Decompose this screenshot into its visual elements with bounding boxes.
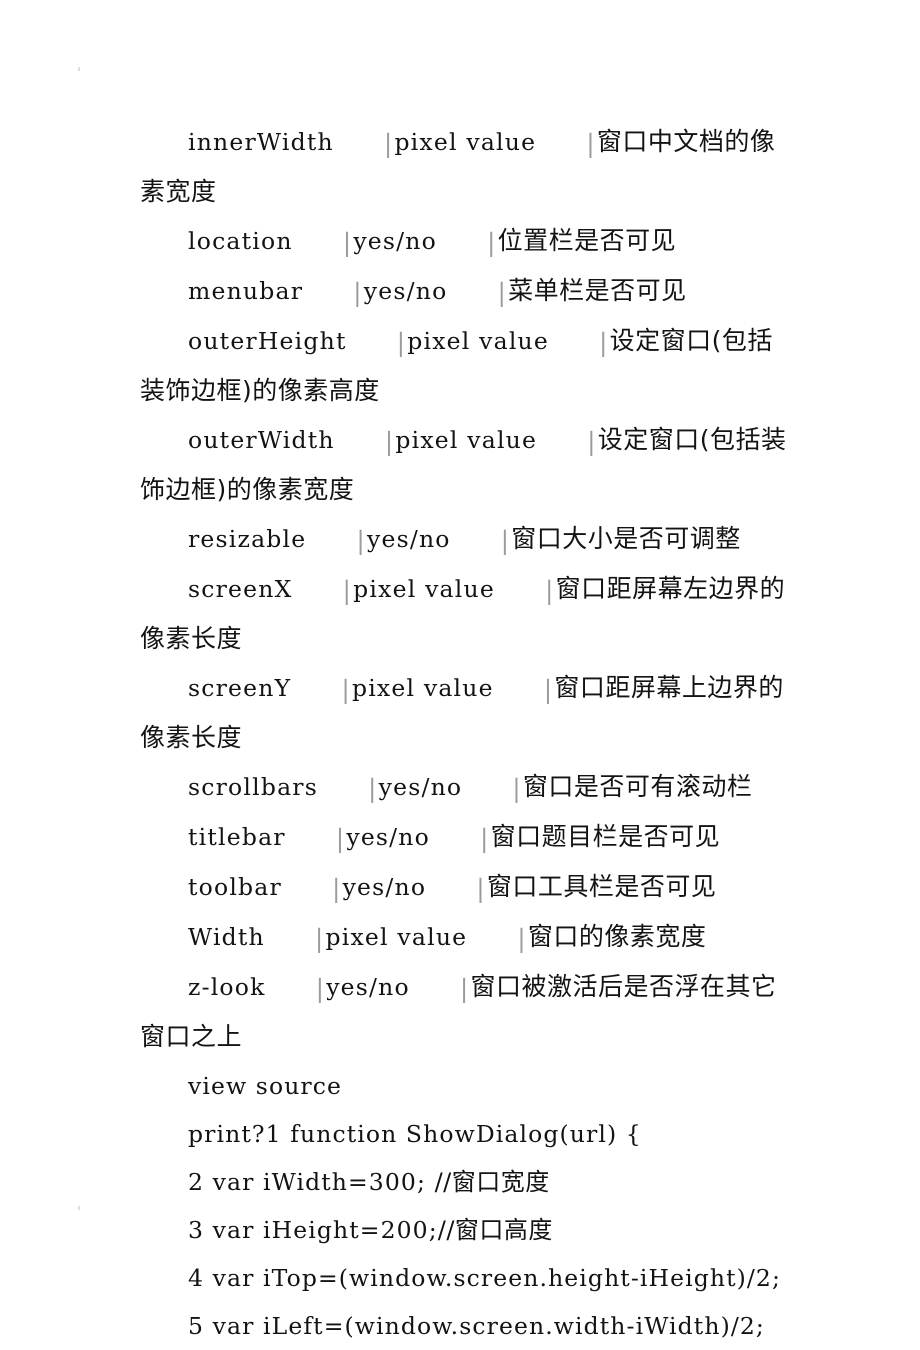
- property-value: yes/no: [342, 873, 427, 901]
- column-separator-icon: |: [396, 328, 406, 357]
- property-name: location: [188, 227, 293, 255]
- property-description: 窗口是否可有滚动栏: [522, 772, 753, 801]
- column-separator-icon: |: [517, 924, 526, 953]
- property-value: yes/no: [346, 823, 430, 851]
- column-separator-icon: |: [459, 974, 469, 1003]
- property-row: z-look |yes/no |窗口被激活后是否浮在其它窗口之上: [140, 963, 788, 1062]
- property-description: 窗口大小是否可调整: [511, 524, 741, 553]
- property-value: pixel value: [395, 426, 538, 454]
- property-name: outerHeight: [188, 327, 347, 355]
- property-description: 窗口题目栏是否可见: [490, 822, 721, 851]
- property-name: screenY: [188, 674, 292, 702]
- column-separator-icon: |: [599, 328, 608, 357]
- code-line-text: var iHeight=200;: [204, 1216, 438, 1244]
- column-separator-icon: |: [544, 576, 554, 605]
- code-line-number: 3: [188, 1216, 205, 1244]
- property-value: pixel value: [325, 923, 468, 951]
- code-line-text: var iWidth=300;: [204, 1168, 435, 1196]
- code-line-text: var iLeft=(window.screen.width-iWidth)/2…: [204, 1312, 765, 1340]
- code-line-text: function ShowDialog(url) {: [281, 1120, 642, 1148]
- column-separator-icon: |: [356, 526, 365, 555]
- property-name: toolbar: [188, 873, 282, 901]
- property-row: scrollbars |yes/no |窗口是否可有滚动栏: [140, 763, 788, 813]
- property-value: pixel value: [407, 327, 549, 355]
- code-line-number: 2: [188, 1168, 205, 1196]
- property-name: z-look: [188, 973, 266, 1001]
- code-line-number: print?1: [188, 1120, 282, 1148]
- column-separator-icon: |: [586, 129, 595, 158]
- property-row: menubar |yes/no |菜单栏是否可见: [140, 267, 788, 317]
- column-separator-icon: |: [342, 228, 352, 257]
- property-description: 位置栏是否可见: [497, 226, 677, 255]
- property-value: yes/no: [378, 773, 463, 801]
- document-text-column: innerWidth |pixel value |窗口中文档的像素宽度 locati…: [140, 118, 788, 1350]
- property-name: menubar: [188, 277, 304, 305]
- property-value: pixel value: [353, 575, 495, 603]
- column-separator-icon: |: [486, 228, 496, 257]
- property-name: resizable: [188, 525, 307, 553]
- property-name: scrollbars: [188, 773, 318, 801]
- code-line-comment: //窗口宽度: [434, 1168, 550, 1196]
- property-description: 窗口的像素宽度: [527, 922, 707, 951]
- scan-speck-bottom: [78, 1206, 80, 1210]
- property-row: location |yes/no |位置栏是否可见: [140, 217, 788, 267]
- column-separator-icon: |: [384, 427, 394, 456]
- column-separator-icon: |: [512, 774, 521, 803]
- column-separator-icon: |: [367, 774, 377, 803]
- property-value: yes/no: [363, 277, 448, 305]
- property-row: Width |pixel value |窗口的像素宽度: [140, 913, 788, 963]
- property-value: pixel value: [351, 674, 494, 702]
- property-name: Width: [188, 923, 265, 951]
- property-value: yes/no: [367, 525, 451, 553]
- property-row: titlebar |yes/no |窗口题目栏是否可见: [140, 813, 788, 863]
- code-line-text: var iTop=(window.screen.height-iHeight)/…: [204, 1264, 781, 1292]
- document-page: innerWidth |pixel value |窗口中文档的像素宽度 locati…: [0, 0, 920, 1340]
- code-line-number: 4: [188, 1264, 205, 1292]
- property-row: resizable |yes/no |窗口大小是否可调整: [140, 515, 788, 565]
- code-line: 5 var iLeft=(window.screen.width-iWidth)…: [140, 1302, 788, 1350]
- property-name: outerWidth: [188, 426, 335, 454]
- view-source-label: view source: [188, 1072, 343, 1100]
- property-value: yes/no: [326, 973, 410, 1001]
- column-separator-icon: |: [476, 874, 485, 903]
- column-separator-icon: |: [543, 675, 553, 704]
- property-row: screenY |pixel value |窗口距屏幕上边界的像素长度: [140, 664, 788, 763]
- column-separator-icon: |: [480, 824, 489, 853]
- property-description: 菜单栏是否可见: [508, 276, 687, 305]
- code-line-number: 5: [188, 1312, 205, 1340]
- scan-speck-top: [78, 67, 80, 71]
- column-separator-icon: |: [341, 675, 350, 704]
- property-name: innerWidth: [188, 128, 334, 156]
- property-row: innerWidth |pixel value |窗口中文档的像素宽度: [140, 118, 788, 217]
- column-separator-icon: |: [315, 974, 325, 1003]
- property-value: pixel value: [394, 128, 537, 156]
- column-separator-icon: |: [335, 824, 345, 853]
- column-separator-icon: |: [353, 278, 362, 307]
- column-separator-icon: |: [497, 278, 507, 307]
- code-line-comment: //窗口高度: [437, 1216, 553, 1244]
- property-row: outerHeight |pixel value |设定窗口(包括装饰边框)的像素高…: [140, 317, 788, 416]
- property-row: outerWidth |pixel value |设定窗口(包括装饰边框)的像素宽度: [140, 416, 788, 515]
- column-separator-icon: |: [314, 924, 324, 953]
- column-separator-icon: |: [587, 427, 596, 456]
- column-separator-icon: |: [383, 129, 393, 158]
- property-row: toolbar |yes/no |窗口工具栏是否可见: [140, 863, 788, 913]
- property-description: 窗口工具栏是否可见: [486, 872, 717, 901]
- code-line: 2 var iWidth=300; //窗口宽度: [140, 1158, 788, 1206]
- code-line: 4 var iTop=(window.screen.height-iHeight…: [140, 1254, 788, 1302]
- code-line: print?1 function ShowDialog(url) {: [140, 1110, 788, 1158]
- column-separator-icon: |: [342, 576, 352, 605]
- column-separator-icon: |: [331, 874, 341, 903]
- code-line: 3 var iHeight=200;//窗口高度: [140, 1206, 788, 1254]
- column-separator-icon: |: [500, 526, 510, 555]
- property-value: yes/no: [353, 227, 437, 255]
- property-name: titlebar: [188, 823, 286, 851]
- property-name: screenX: [188, 575, 293, 603]
- property-row: screenX |pixel value |窗口距屏幕左边界的像素长度: [140, 565, 788, 664]
